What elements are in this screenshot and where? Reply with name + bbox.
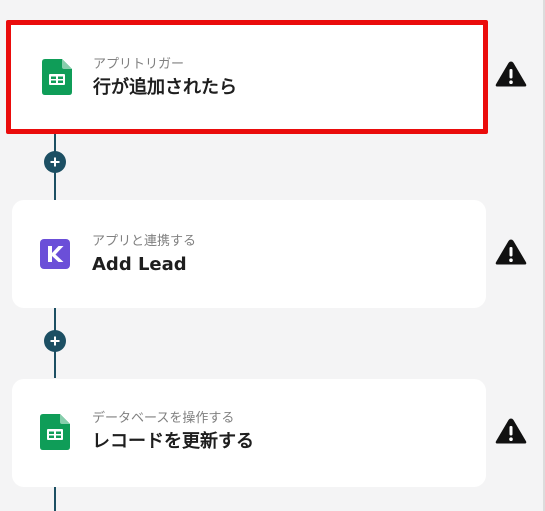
step-type-label: アプリトリガー [93, 57, 185, 72]
step-card-trigger[interactable]: アプリトリガー 行が追加されたら [6, 20, 488, 134]
add-step-button[interactable] [44, 330, 66, 352]
plus-icon [50, 336, 60, 346]
connector-line [54, 486, 56, 511]
step-text: データベースを操作する レコードを更新する [92, 411, 254, 453]
warning-icon[interactable] [495, 417, 527, 445]
plus-icon [50, 157, 60, 167]
google-sheets-icon [40, 414, 70, 450]
step-text: アプリトリガー 行が追加されたら [93, 57, 237, 99]
step-card-add-lead[interactable]: アプリと連携する Add Lead [12, 200, 486, 308]
warning-icon[interactable] [495, 238, 527, 266]
step-title: Add Lead [92, 254, 187, 275]
step-type-label: データベースを操作する [92, 411, 235, 426]
step-type-label: アプリと連携する [92, 234, 197, 249]
step-card-update-record[interactable]: データベースを操作する レコードを更新する [12, 379, 486, 487]
step-text: アプリと連携する Add Lead [92, 234, 196, 276]
kommo-icon [40, 239, 70, 269]
step-title: レコードを更新する [92, 431, 254, 452]
step-title: 行が追加されたら [93, 77, 237, 98]
google-sheets-icon [42, 59, 72, 95]
add-step-button[interactable] [44, 151, 66, 173]
warning-icon[interactable] [495, 60, 527, 88]
